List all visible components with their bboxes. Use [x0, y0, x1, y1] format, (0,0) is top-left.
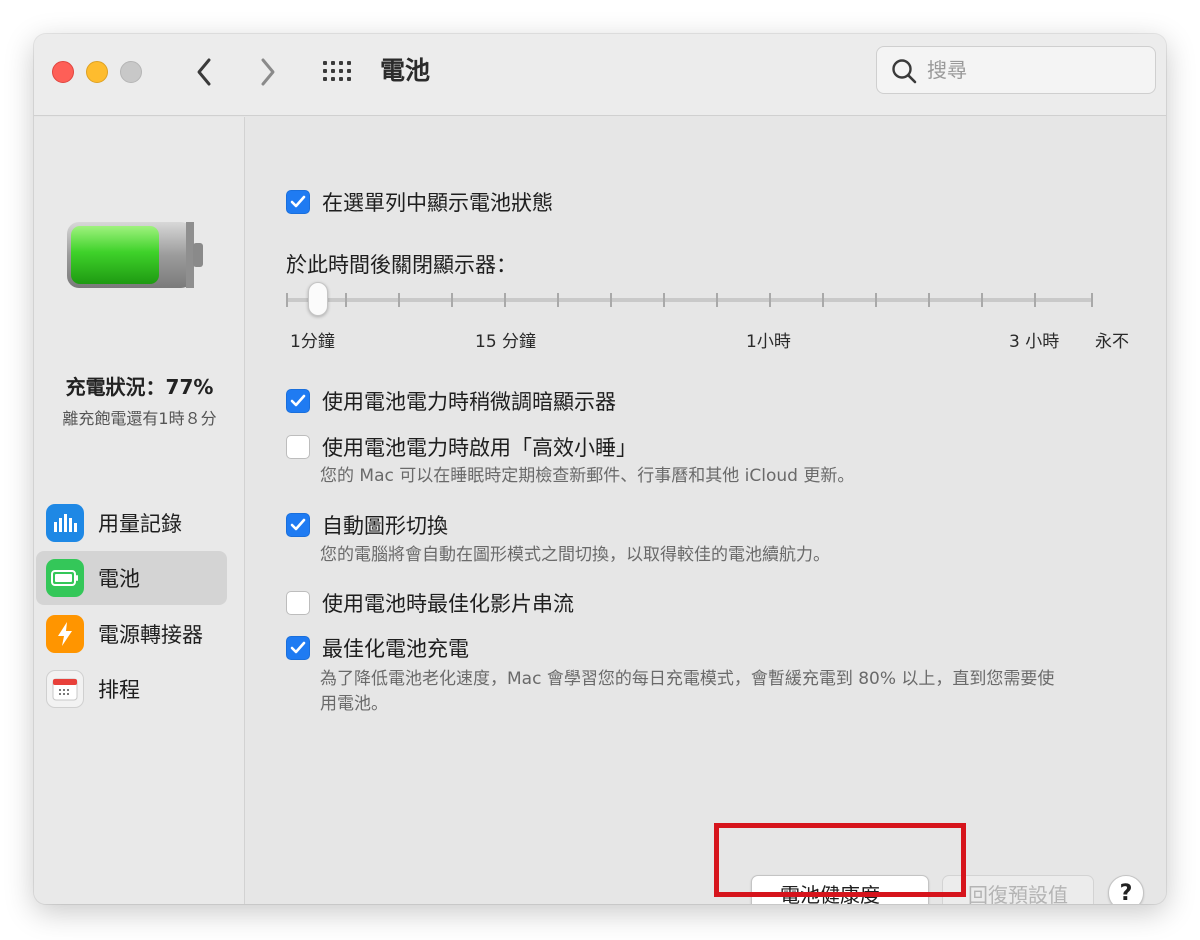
sidebar-item-label: 電源轉接器: [98, 623, 203, 647]
restore-defaults-button[interactable]: 回復預設值: [942, 875, 1094, 904]
option-label: 使用電池電力時稍微調暗顯示器: [322, 390, 616, 414]
battery-icon: [46, 559, 84, 597]
slider-tick: [822, 293, 824, 307]
chevron-right-icon: [261, 58, 275, 86]
description-line: 為了降低電池老化速度，Mac 會學習您的每日充電模式，會暫緩充電到 80% 以上…: [320, 669, 1055, 689]
show-in-menu-bar-checkbox[interactable]: [286, 190, 310, 214]
slider-tick: [716, 293, 718, 307]
search-field[interactable]: [876, 46, 1156, 94]
zoom-window-button[interactable]: [120, 61, 142, 83]
bar-chart-icon: [46, 504, 84, 542]
slider-tick: [1091, 293, 1093, 307]
battery-settings-pane: 在選單列中顯示電池狀態 於此時間後關閉顯示器： 1分鐘 15 分鐘 1小時 3 …: [246, 117, 1166, 904]
show-all-button[interactable]: [320, 56, 356, 88]
option-label: 自動圖形切換: [322, 514, 448, 538]
sidebar: 充電狀況：77% 離充飽電還有1時８分 用量記錄 電池 電源轉接器 排程: [34, 117, 245, 904]
sidebar-item-battery[interactable]: 電池: [36, 551, 227, 605]
checkmark-icon: [290, 518, 306, 531]
description-line: 用電池。: [320, 694, 388, 714]
display-off-slider-title: 於此時間後關閉顯示器：: [286, 253, 517, 277]
sidebar-item-schedule[interactable]: 排程: [36, 662, 227, 716]
power-nap-option[interactable]: 使用電池電力時啟用「高效小睡」: [286, 432, 637, 462]
dim-display-option[interactable]: 使用電池電力時稍微調暗顯示器: [286, 386, 616, 416]
slider-label-3hours: 3 小時: [1009, 332, 1060, 352]
optimized-charging-description: 為了降低電池老化速度，Mac 會學習您的每日充電模式，會暫緩充電到 80% 以上…: [320, 667, 1160, 717]
battery-level-icon: [67, 222, 203, 288]
power-nap-checkbox[interactable]: [286, 435, 310, 459]
window-title: 電池: [380, 56, 431, 85]
option-label: 最佳化電池充電: [322, 637, 469, 661]
system-preferences-window: 電池 充電狀況：77% 離充飽電還有1時８分: [34, 34, 1166, 904]
slider-tick: [504, 293, 506, 307]
forward-button[interactable]: [250, 54, 286, 90]
slider-tick: [286, 293, 288, 307]
optimized-charging-checkbox[interactable]: [286, 636, 310, 660]
display-off-slider-track[interactable]: [286, 298, 1092, 302]
auto-graphics-description: 您的電腦將會自動在圖形模式之間切換，以取得較佳的電池續航力。: [320, 545, 830, 565]
option-label: 使用電池電力時啟用「高效小睡」: [322, 436, 637, 460]
calendar-icon: [46, 670, 84, 708]
slider-tick: [663, 293, 665, 307]
slider-tick: [875, 293, 877, 307]
charge-status: 充電狀況：77%: [65, 375, 214, 399]
slider-tick: [345, 293, 347, 307]
sidebar-item-label: 用量記錄: [98, 512, 182, 536]
option-label: 在選單列中顯示電池狀態: [322, 191, 553, 215]
checkmark-icon: [290, 641, 306, 654]
dim-display-checkbox[interactable]: [286, 389, 310, 413]
slider-label-15min: 15 分鐘: [475, 332, 537, 352]
grid-icon: [323, 61, 351, 81]
auto-graphics-checkbox[interactable]: [286, 513, 310, 537]
slider-tick: [928, 293, 930, 307]
slider-tick: [610, 293, 612, 307]
close-window-button[interactable]: [52, 61, 74, 83]
slider-tick: [398, 293, 400, 307]
slider-tick: [557, 293, 559, 307]
display-off-slider-thumb[interactable]: [308, 282, 328, 316]
search-icon: [892, 59, 917, 84]
slider-label-1hour: 1小時: [746, 332, 791, 352]
title-bar: 電池: [34, 34, 1166, 116]
checkmark-icon: [290, 394, 306, 407]
optimized-charging-option[interactable]: 最佳化電池充電: [286, 633, 469, 663]
chevron-left-icon: [197, 58, 211, 86]
video-streaming-checkbox[interactable]: [286, 591, 310, 615]
power-nap-description: 您的 Mac 可以在睡眠時定期檢查新郵件、行事曆和其他 iCloud 更新。: [320, 466, 855, 486]
video-streaming-option[interactable]: 使用電池時最佳化影片串流: [286, 588, 574, 618]
auto-graphics-option[interactable]: 自動圖形切換: [286, 510, 448, 540]
slider-tick: [1034, 293, 1036, 307]
minimize-window-button[interactable]: [86, 61, 108, 83]
sidebar-item-usage-history[interactable]: 用量記錄: [36, 496, 227, 550]
search-input[interactable]: [927, 55, 1147, 85]
sidebar-item-label: 電池: [98, 567, 140, 591]
option-label: 使用電池時最佳化影片串流: [322, 592, 574, 616]
show-in-menu-bar-option[interactable]: 在選單列中顯示電池狀態: [286, 187, 553, 217]
slider-label-never: 永不: [1095, 332, 1129, 352]
lightning-icon: [46, 615, 84, 653]
checkmark-icon: [290, 195, 306, 208]
slider-tick: [981, 293, 983, 307]
slider-tick: [769, 293, 771, 307]
time-to-full: 離充飽電還有1時８分: [62, 409, 217, 428]
slider-tick: [451, 293, 453, 307]
sidebar-item-label: 排程: [98, 678, 140, 702]
back-button[interactable]: [186, 54, 222, 90]
slider-label-1min: 1分鐘: [290, 332, 335, 352]
help-button[interactable]: ?: [1108, 875, 1144, 904]
battery-health-button[interactable]: 電池健康度⋯: [751, 875, 929, 904]
sidebar-item-power-adapter[interactable]: 電源轉接器: [36, 607, 227, 661]
